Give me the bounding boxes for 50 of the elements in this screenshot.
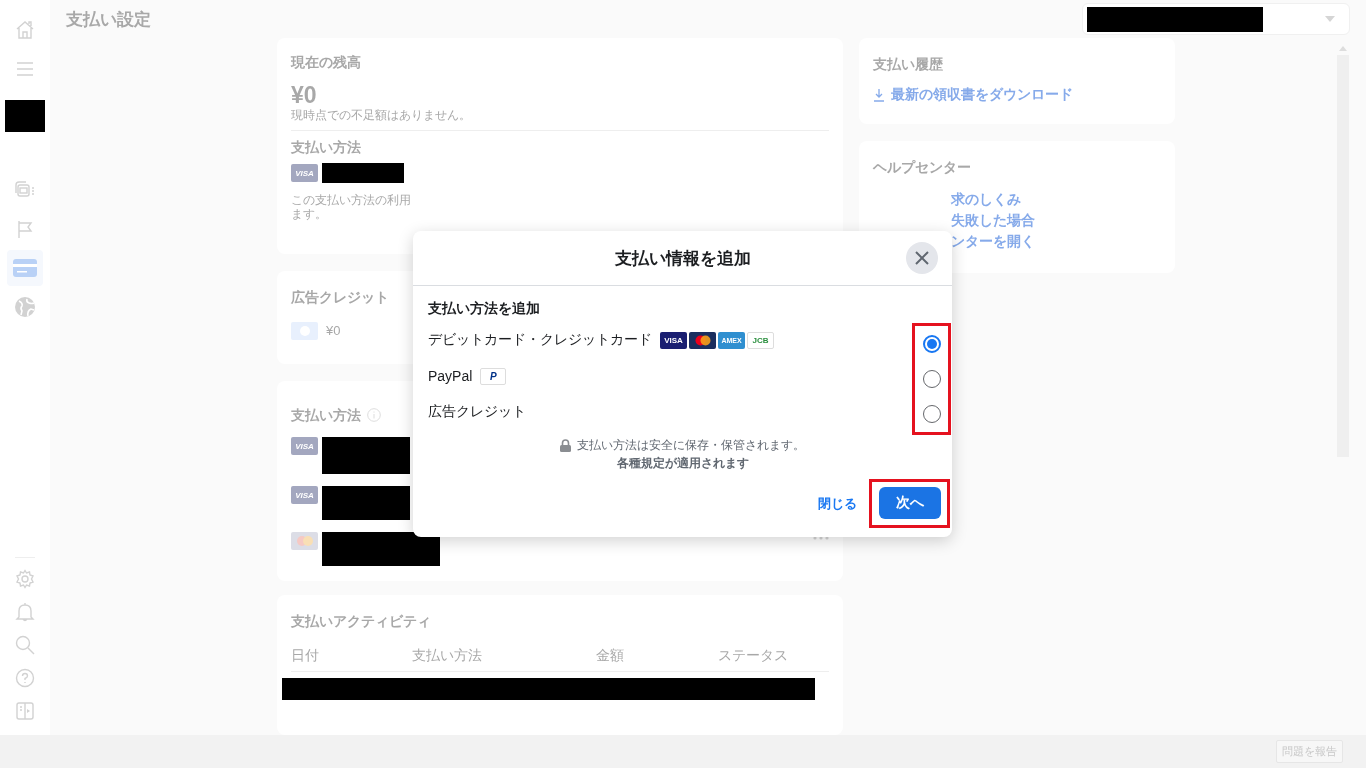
security-note: 支払い方法は安全に保存・保管されます。 <box>577 437 805 454</box>
option-label: PayPal <box>428 368 473 384</box>
lock-icon <box>560 438 571 452</box>
scroll-up-icon[interactable] <box>1339 46 1347 51</box>
card-logo: VISA <box>291 164 318 182</box>
mastercard-logo-icon <box>291 532 318 550</box>
option-label: 広告クレジット <box>428 403 526 421</box>
option-label: デビットカード・クレジットカード <box>428 331 652 349</box>
column-header: 日付 <box>291 646 320 665</box>
close-button[interactable]: 閉じる <box>814 490 861 517</box>
radio-button[interactable] <box>922 405 941 424</box>
help-link[interactable]: 失敗した場合 <box>951 210 1161 231</box>
info-icon <box>367 408 381 422</box>
help-link[interactable]: ンターを開く <box>951 231 1161 252</box>
radio-button[interactable] <box>922 370 941 388</box>
card-title: 支払い履歴 <box>873 55 944 74</box>
card-logo: VISA <box>291 437 318 455</box>
paypal-logo: P <box>480 367 507 385</box>
radio-button[interactable] <box>922 334 941 353</box>
usage-note: この支払い方法の利用 <box>291 193 412 207</box>
credit-card-icon[interactable] <box>7 250 43 286</box>
usage-note: ます。 <box>291 207 328 221</box>
card-title: 現在の残高 <box>291 53 362 72</box>
account-dropdown[interactable] <box>1082 3 1350 35</box>
close-icon[interactable] <box>906 242 938 274</box>
card-logo: JCB <box>747 331 774 349</box>
column-header: 支払い方法 <box>412 646 483 665</box>
section-title: 支払い方法 <box>291 138 362 157</box>
download-icon <box>873 87 885 102</box>
card-title: ヘルプセンター <box>873 158 972 177</box>
next-button[interactable]: 次へ <box>879 487 941 519</box>
balance-note: 現時点での不足額はありません。 <box>291 108 472 122</box>
mastercard-logo-icon <box>689 331 716 349</box>
page-title: 支払い設定 <box>66 8 151 31</box>
help-link[interactable]: 求のしくみ <box>951 189 1161 210</box>
caret-icon <box>1325 16 1335 22</box>
card-logo: VISA <box>291 486 318 504</box>
terms-note: 各種規定が適用されます <box>616 455 749 472</box>
dialog-title: 支払い情報を追加 <box>614 247 751 270</box>
column-header: 金額 <box>596 646 625 665</box>
balance-amount: ¥0 <box>291 82 318 108</box>
card-title: 広告クレジット <box>291 288 390 307</box>
download-receipt-link[interactable]: 最新の領収書をダウンロード <box>891 84 1073 105</box>
section-heading: 支払い方法を追加 <box>428 299 541 318</box>
card-title: 支払いアクティビティ <box>291 612 432 631</box>
redaction-block <box>5 100 45 132</box>
card-logo: VISA <box>660 331 687 349</box>
column-header: ステータス <box>718 646 789 665</box>
card-title: 支払い方法 <box>291 406 361 425</box>
credit-amount: ¥0 <box>326 324 341 338</box>
